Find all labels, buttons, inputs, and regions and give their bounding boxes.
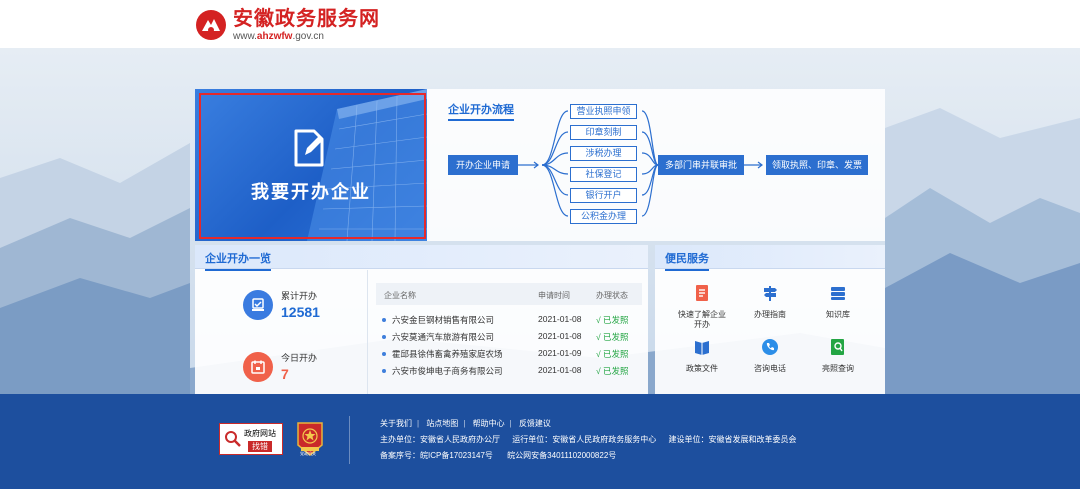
enterprise-name: 六安市俊坤电子商务有限公司 — [392, 366, 503, 376]
service-knowledge-base[interactable]: 知识库 — [803, 284, 873, 320]
footer-organizations: 主办单位：安徽省人民政府办公厅 运行单位：安徽省人民政府政务服务中心 建设单位：… — [380, 434, 796, 445]
service-hotline[interactable]: 咨询电话 — [735, 338, 805, 374]
table-row[interactable]: 六安金巨钢材销售有限公司 2021-01-08 √ 已发照 — [376, 312, 642, 327]
today-opened-label: 今日开办 — [281, 353, 318, 363]
flow-step-housing-fund[interactable]: 公积金办理 — [570, 209, 637, 224]
flow-start-box[interactable]: 开办企业申请 — [448, 155, 518, 175]
overview-panel-header: 企业开办一览 — [195, 245, 648, 271]
enterprise-table-header: 企业名称 申请时间 办理状态 — [376, 283, 642, 305]
footer-police-record[interactable]: 皖公网安备34011102000822号 — [507, 451, 616, 460]
enterprise-name: 六安金巨钢材销售有限公司 — [392, 315, 495, 325]
services-panel-header: 便民服务 — [655, 245, 885, 271]
service-label: 政策文件 — [686, 364, 718, 373]
apply-date: 2021-01-08 — [538, 365, 582, 375]
footer-link-sitemap[interactable]: 站点地图 — [426, 419, 458, 428]
status-badge: √ 已发照 — [596, 315, 629, 325]
flow-approval-box[interactable]: 多部门串并联审批 — [658, 155, 744, 175]
footer-links: 关于我们 | 站点地图 | 帮助中心 | 反馈建议 — [380, 419, 551, 428]
service-label: 知识库 — [826, 310, 850, 319]
table-row[interactable]: 六安莫通汽车旅游有限公司 2021-01-08 √ 已发照 — [376, 329, 642, 344]
status-badge: √ 已发照 — [596, 366, 629, 376]
edit-document-icon — [294, 129, 324, 167]
service-label: 亮照查询 — [822, 364, 854, 373]
footer-divider — [349, 416, 350, 464]
footer-link-help[interactable]: 帮助中心 — [473, 419, 505, 428]
enterprise-name: 六安莫通汽车旅游有限公司 — [392, 332, 495, 342]
flow-step-seal[interactable]: 印章刻制 — [570, 125, 637, 140]
flow-step-bank[interactable]: 银行开户 — [570, 188, 637, 203]
flow-step-tax[interactable]: 涉税办理 — [570, 146, 637, 161]
badge-action: 找错 — [248, 441, 272, 452]
emblem-caption: 党政机关 — [300, 451, 316, 456]
table-row[interactable]: 霍邱县徐伟畜禽养殖家庭农场 2021-01-09 √ 已发照 — [376, 346, 642, 361]
logo-mark-icon — [196, 10, 226, 40]
column-name: 企业名称 — [384, 291, 416, 300]
site-url: www.ahzwfw.gov.cn — [233, 31, 324, 42]
bullet-dot — [382, 318, 386, 322]
today-opened-stat: 今日开办 7 — [243, 351, 317, 382]
gov-site-error-report-badge[interactable]: 政府网站 找错 — [219, 423, 283, 455]
footer-registration: 备案序号：皖ICP备17023147号 皖公网安备34011102000822号 — [380, 450, 616, 461]
signpost-icon — [764, 286, 777, 301]
footer-builder: 建设单位：安徽省发展和改革委员会 — [668, 435, 797, 444]
table-row[interactable]: 六安市俊坤电子商务有限公司 2021-01-08 √ 已发照 — [376, 363, 642, 378]
apply-date: 2021-01-09 — [538, 348, 582, 358]
services-title: 便民服务 — [665, 250, 709, 271]
database-icon — [831, 287, 845, 300]
column-status: 办理状态 — [596, 291, 628, 300]
service-label: 办理指南 — [754, 310, 786, 319]
footer-sponsor: 主办单位：安徽省人民政府办公厅 — [380, 435, 500, 444]
site-logo[interactable]: 安徽政务服务网 www.ahzwfw.gov.cn — [195, 7, 380, 43]
flow-step-license[interactable]: 营业执照申领 — [570, 104, 637, 119]
total-opened-stat: 累计开办 12581 — [243, 289, 320, 320]
column-date: 申请时间 — [538, 291, 570, 300]
service-label: 咨询电话 — [754, 364, 786, 373]
footer-link-feedback[interactable]: 反馈建议 — [519, 419, 551, 428]
footer-operator: 运行单位：安徽省人民政府政务服务中心 — [512, 435, 657, 444]
service-label: 快速了解企业 — [678, 310, 726, 319]
bullet-dot — [382, 335, 386, 339]
total-opened-value: 12581 — [281, 304, 320, 320]
site-header: 安徽政务服务网 www.ahzwfw.gov.cn — [0, 0, 1080, 48]
search-license-icon — [831, 339, 844, 355]
overview-divider — [367, 270, 368, 394]
today-opened-value: 7 — [281, 366, 289, 382]
enterprise-name: 霍邱县徐伟畜禽养殖家庭农场 — [392, 349, 503, 359]
service-license-query[interactable]: 亮照查询 — [803, 338, 873, 374]
stamp-icon — [243, 289, 273, 320]
book-icon — [695, 341, 709, 355]
apply-date: 2021-01-08 — [538, 314, 582, 324]
phone-icon — [762, 339, 778, 355]
status-badge: √ 已发照 — [596, 332, 629, 342]
document-icon — [696, 285, 708, 301]
service-handling-guide[interactable]: 办理指南 — [735, 284, 805, 320]
apply-date: 2021-01-08 — [538, 331, 582, 341]
total-opened-label: 累计开办 — [281, 291, 318, 301]
bullet-dot — [382, 352, 386, 356]
footer-link-about[interactable]: 关于我们 — [380, 419, 412, 428]
site-title: 安徽政务服务网 — [233, 6, 380, 30]
overview-title: 企业开办一览 — [205, 250, 271, 271]
service-policy-files[interactable]: 政策文件 — [667, 338, 737, 374]
service-label-line2: 开办 — [694, 320, 710, 329]
calendar-icon — [243, 351, 273, 382]
footer-icp[interactable]: 备案序号：皖ICP备17023147号 — [380, 451, 493, 460]
bullet-dot — [382, 369, 386, 373]
service-quick-guide[interactable]: 快速了解企业 开办 — [667, 284, 737, 330]
flow-step-social-security[interactable]: 社保登记 — [570, 167, 637, 182]
status-badge: √ 已发照 — [596, 349, 629, 359]
magnifier-icon — [225, 431, 241, 447]
flow-finish-box[interactable]: 领取执照、印章、发票 — [766, 155, 868, 175]
open-enterprise-label: 我要开办企业 — [251, 182, 371, 203]
badge-title: 政府网站 — [244, 429, 276, 438]
